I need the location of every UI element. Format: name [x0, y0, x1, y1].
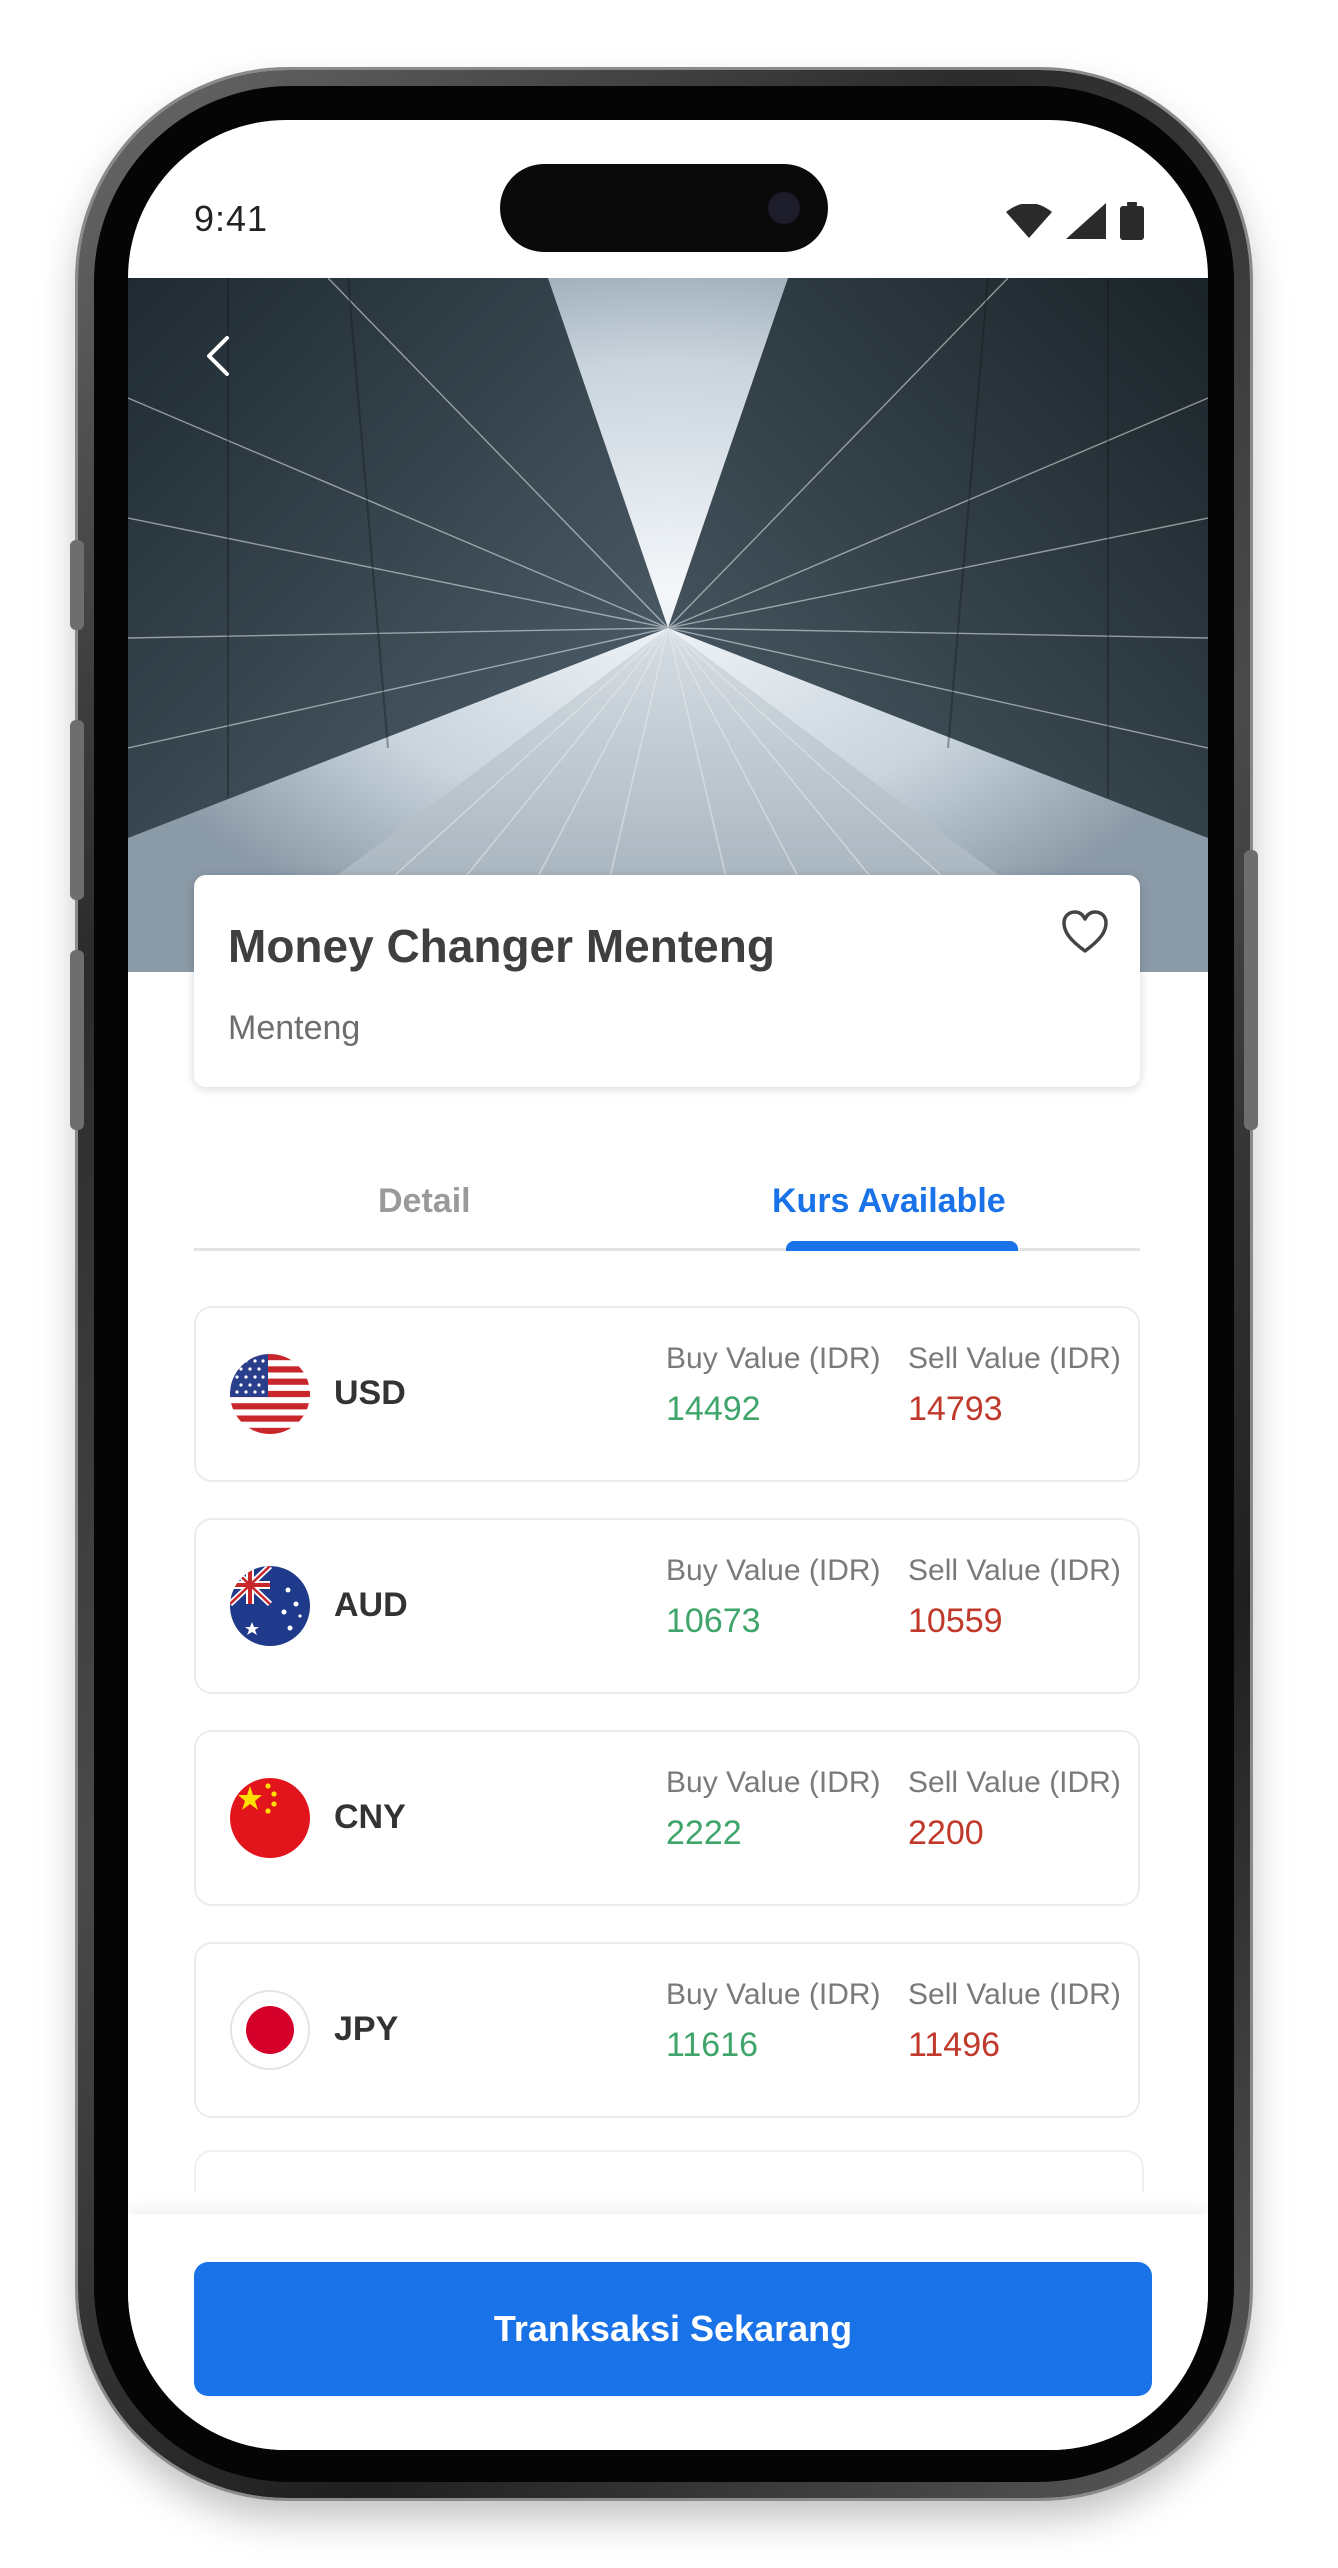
rate-card-aud[interactable]: AUD Buy Value (IDR) 10673 Sell Value (ID…: [194, 1518, 1140, 1694]
buy-value: 14492: [666, 1390, 761, 1428]
sell-label: Sell Value (IDR): [908, 1978, 1121, 2011]
place-name: Money Changer Menteng: [228, 920, 775, 972]
chevron-left-icon: [207, 336, 229, 376]
sell-label: Sell Value (IDR): [908, 1342, 1121, 1375]
buy-value: 10673: [666, 1602, 761, 1640]
sell-column: Sell Value (IDR) 10559: [908, 1554, 1121, 1641]
sell-value: 14793: [908, 1390, 1003, 1428]
sell-label: Sell Value (IDR): [908, 1554, 1121, 1587]
bottom-action-bar: Tranksaksi Sekarang: [128, 2214, 1208, 2450]
buy-label: Buy Value (IDR): [666, 1978, 881, 2011]
app-screen: 9:41 Money Changer Menteng Menteng Detai…: [128, 120, 1208, 2450]
side-button-volume-up: [70, 720, 84, 900]
battery-icon: [1120, 202, 1144, 240]
wifi-icon: [1006, 204, 1052, 238]
buy-column: Buy Value (IDR) 10673: [666, 1554, 881, 1641]
sell-value: 2200: [908, 1814, 984, 1852]
tab-detail[interactable]: Detail: [378, 1182, 471, 1221]
tab-bar: Detail Kurs Available: [194, 1170, 1140, 1251]
place-info-card: Money Changer Menteng Menteng: [194, 875, 1140, 1087]
sell-column: Sell Value (IDR) 2200: [908, 1766, 1121, 1853]
au-flag-icon: [230, 1566, 310, 1646]
currency-code: CNY: [334, 1798, 406, 1836]
sell-label: Sell Value (IDR): [908, 1766, 1121, 1799]
side-button-mute: [70, 540, 84, 630]
active-tab-indicator: [786, 1241, 1018, 1251]
sell-value: 11496: [908, 2026, 1001, 2064]
place-location: Menteng: [228, 1009, 361, 1047]
buy-column: Buy Value (IDR) 14492: [666, 1342, 881, 1429]
buy-column: Buy Value (IDR) 11616: [666, 1978, 881, 2065]
hero-building-image: [128, 278, 1208, 972]
side-button-power: [1244, 850, 1258, 1130]
status-time: 9:41: [194, 198, 269, 239]
sell-value: 10559: [908, 1602, 1003, 1640]
rate-card-partial: [194, 2150, 1144, 2192]
buy-column: Buy Value (IDR) 2222: [666, 1766, 881, 1853]
buy-label: Buy Value (IDR): [666, 1342, 881, 1375]
cn-flag-icon: [230, 1778, 310, 1858]
rate-card-usd[interactable]: USD Buy Value (IDR) 14492 Sell Value (ID…: [194, 1306, 1140, 1482]
currency-code: USD: [334, 1374, 406, 1412]
currency-code: JPY: [334, 2010, 399, 2048]
dynamic-island: [500, 164, 828, 252]
heart-outline-icon: [1062, 910, 1108, 953]
favorite-button[interactable]: [1060, 907, 1110, 957]
side-button-volume-down: [70, 950, 84, 1130]
tab-kurs-available[interactable]: Kurs Available: [772, 1182, 1006, 1221]
us-flag-icon: [230, 1354, 310, 1434]
buy-label: Buy Value (IDR): [666, 1766, 881, 1799]
jp-flag-icon: [230, 1990, 310, 2070]
currency-code: AUD: [334, 1586, 408, 1624]
sell-column: Sell Value (IDR) 14793: [908, 1342, 1121, 1429]
buy-value: 2222: [666, 1814, 742, 1852]
status-icons: [1006, 202, 1144, 240]
buy-label: Buy Value (IDR): [666, 1554, 881, 1587]
transaction-now-button[interactable]: Tranksaksi Sekarang: [194, 2262, 1152, 2396]
signal-icon: [1066, 203, 1106, 239]
rate-card-cny[interactable]: CNY Buy Value (IDR) 2222 Sell Value (IDR…: [194, 1730, 1140, 1906]
rate-card-jpy[interactable]: JPY Buy Value (IDR) 11616 Sell Value (ID…: [194, 1942, 1140, 2118]
front-camera: [768, 192, 800, 224]
sell-column: Sell Value (IDR) 11496: [908, 1978, 1121, 2065]
buy-value: 11616: [666, 2026, 759, 2064]
back-button[interactable]: [188, 326, 248, 386]
